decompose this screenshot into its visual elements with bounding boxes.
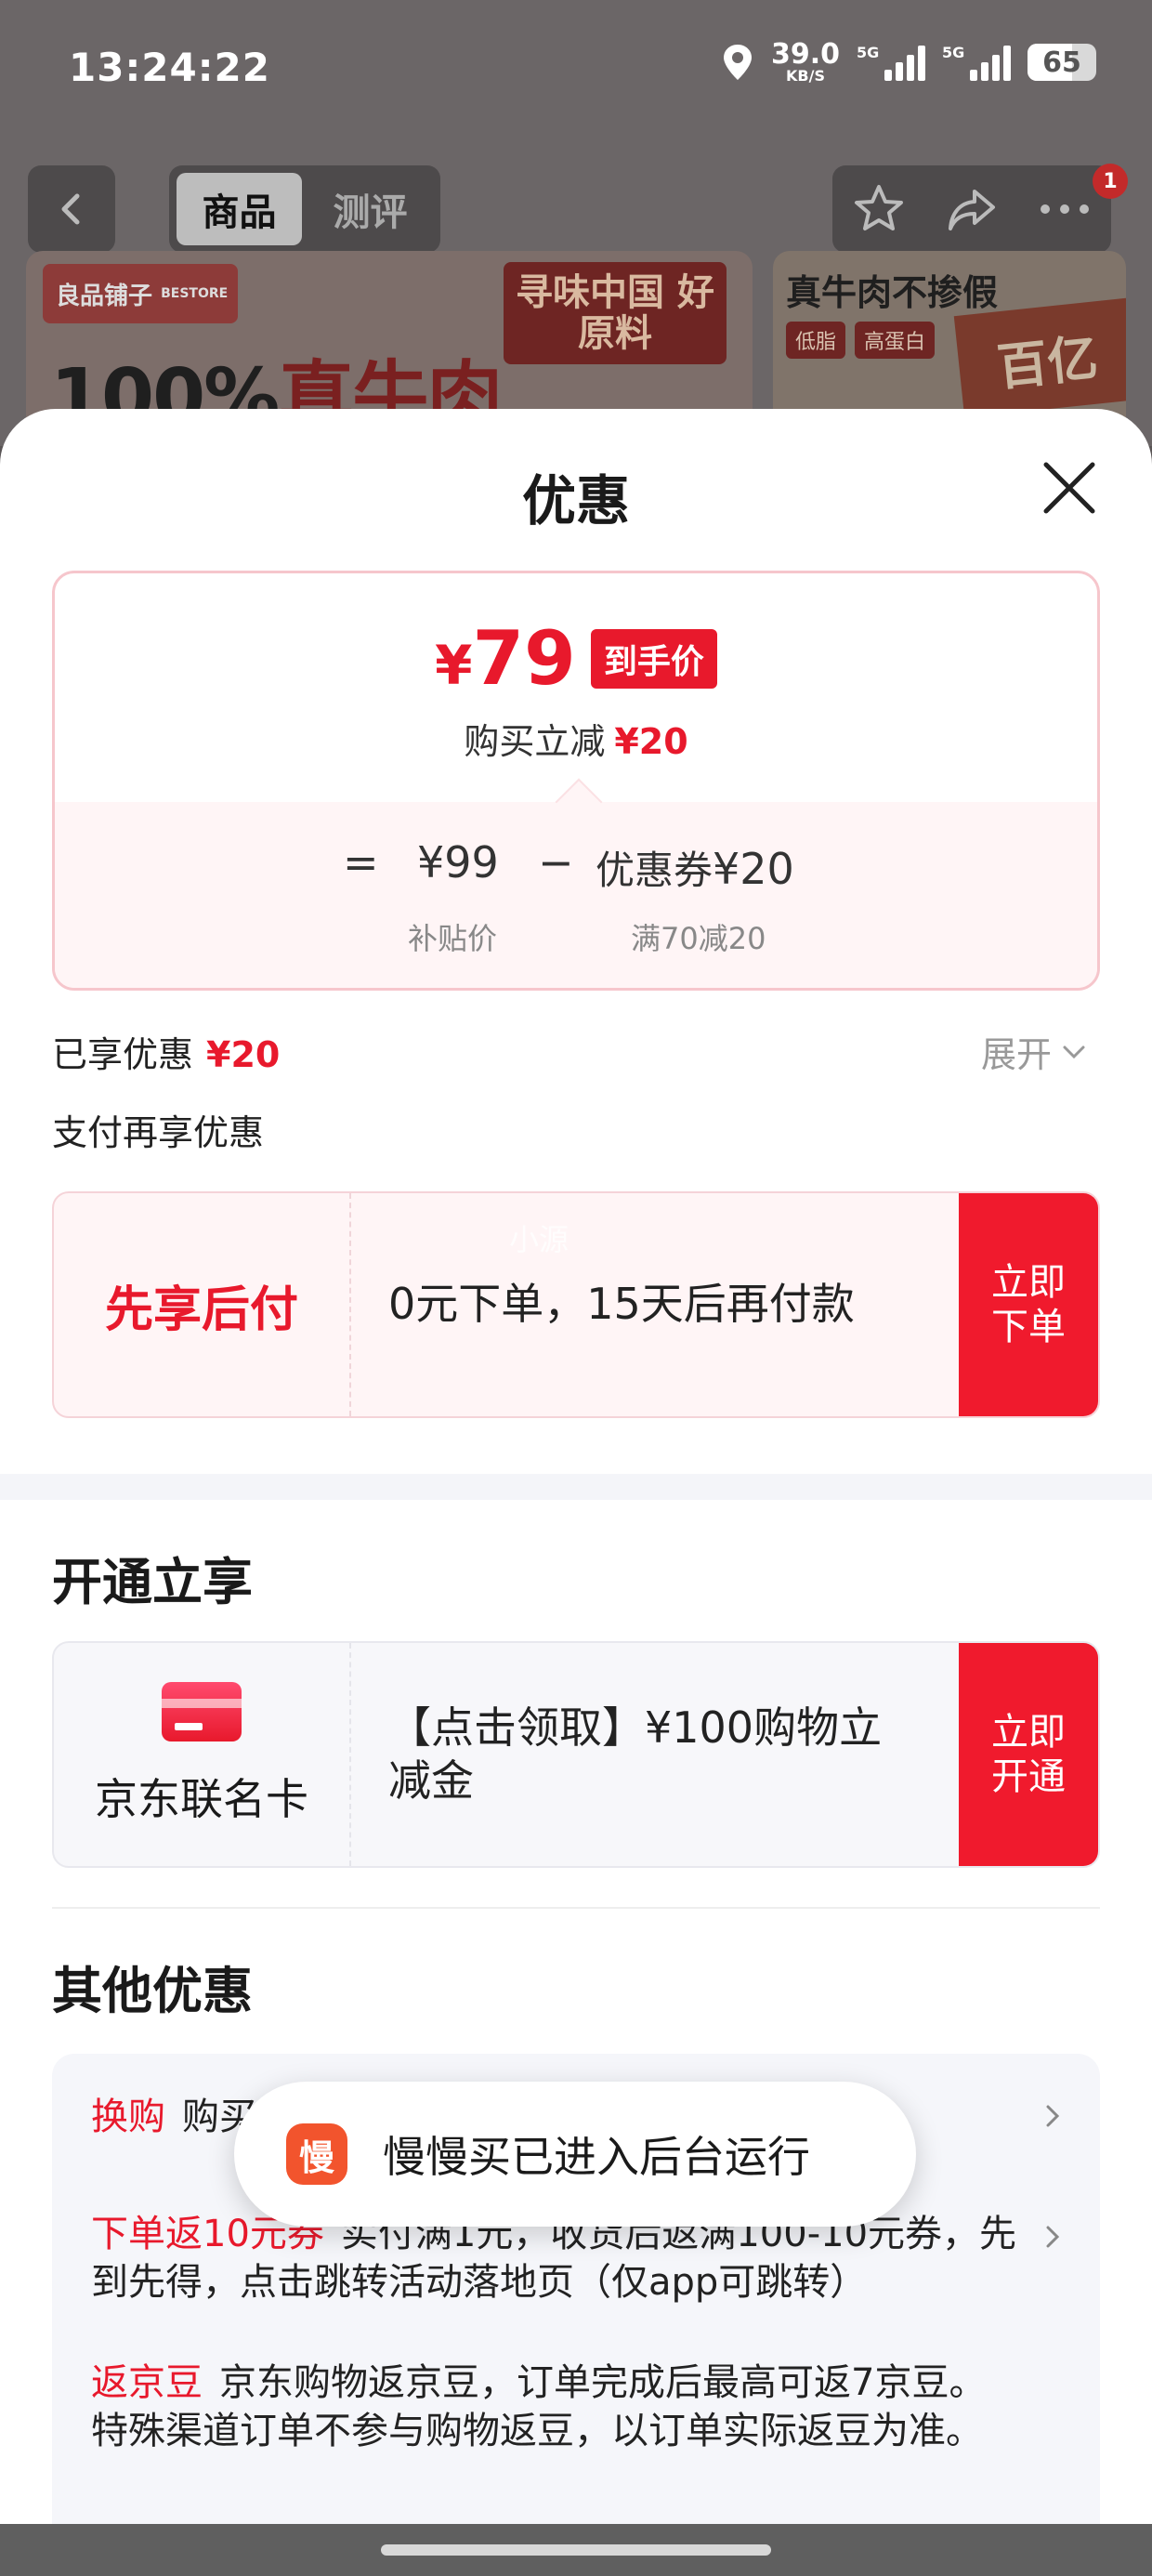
signal-icon: 5G xyxy=(942,44,1011,81)
price-breakdown-card: ¥79 到手价 购买立减 ¥20 = ¥99 − 优惠券¥20 补贴价 满70减2… xyxy=(52,571,1100,991)
notification-badge: 1 xyxy=(1093,164,1128,199)
banner-slogan: 寻味中国 好原料 xyxy=(504,262,727,364)
side-tag: 高蛋白 xyxy=(855,322,936,359)
credit-card-icon xyxy=(162,1682,242,1741)
order-now-button[interactable]: 立即下单 xyxy=(959,1193,1098,1416)
open-section-title: 开通立享 xyxy=(52,1553,253,1611)
pay-more-label: 支付再享优惠 xyxy=(52,1112,265,1153)
back-button[interactable] xyxy=(28,165,115,253)
status-icons: 39.0 KB/S 5G 5G 65 xyxy=(721,41,1096,84)
jd-card-offer[interactable]: 京东联名卡 【点击领取】¥100购物立减金 立即开通 xyxy=(52,1641,1100,1868)
tab-product[interactable]: 商品 xyxy=(177,173,302,245)
star-icon xyxy=(855,185,903,230)
tab-review[interactable]: 测评 xyxy=(308,173,433,245)
home-indicator[interactable] xyxy=(381,2544,771,2556)
close-button[interactable] xyxy=(1039,457,1100,519)
other-section-title: 其他优惠 xyxy=(52,1962,253,2020)
side-title: 真牛肉不掺假 xyxy=(786,272,999,313)
watermark: 小源 xyxy=(509,1222,569,1257)
sheet-title: 优惠 xyxy=(521,469,630,532)
status-time: 13:24:22 xyxy=(69,45,270,90)
chevron-left-icon xyxy=(61,193,80,225)
expand-button[interactable]: 展开 xyxy=(981,1026,1087,1077)
background-toast: 慢 慢慢买已进入后台运行 xyxy=(234,2082,916,2227)
final-price: ¥79 xyxy=(435,615,576,702)
product-review-switch: 商品 测评 xyxy=(169,165,440,253)
toast-text: 慢慢买已进入后台运行 xyxy=(383,2132,810,2182)
reduce-line: 购买立减 ¥20 xyxy=(464,721,688,762)
share-button[interactable] xyxy=(939,177,1004,242)
pay-later-label: 先享后付 xyxy=(104,1281,298,1338)
chevron-right-icon xyxy=(1046,2105,1060,2127)
more-dots-icon xyxy=(1041,204,1089,214)
enjoyed-discount: 已享优惠 ¥20 xyxy=(52,1034,281,1075)
offer-item[interactable]: 返京豆 京东购物返京豆，订单完成后最高可返7京豆。特殊渠道订单不参与购物返豆，以订… xyxy=(91,2359,1020,2455)
close-icon xyxy=(1043,462,1095,514)
side-tags: 低脂 高蛋白 xyxy=(786,322,936,359)
side-brand: 百亿 xyxy=(953,297,1126,418)
equals-sign: = xyxy=(343,837,379,887)
network-speed: 39.0 KB/S xyxy=(770,38,840,85)
top-tools xyxy=(832,165,1111,253)
subsidy-label: 补贴价 xyxy=(408,921,498,956)
open-now-button[interactable]: 立即开通 xyxy=(959,1643,1098,1866)
side-tag: 低脂 xyxy=(786,322,846,359)
battery-icon: 65 xyxy=(1028,44,1096,81)
status-bar: 13:24:22 39.0 KB/S 5G 5G 65 xyxy=(0,0,1152,139)
share-icon xyxy=(949,190,995,230)
app-icon: 慢 xyxy=(286,2123,347,2185)
minus-sign: − xyxy=(538,837,574,887)
chevron-down-icon xyxy=(1063,1045,1085,1058)
jd-card-desc: 【点击领取】¥100购物立减金 xyxy=(388,1702,883,1807)
store-logo: 良品铺子 BESTORE xyxy=(43,264,238,323)
coupon-amount: 优惠券¥20 xyxy=(596,844,794,894)
location-icon xyxy=(723,45,752,80)
pay-later-desc: 0元下单，15天后再付款 xyxy=(388,1279,855,1330)
signal-icon: 5G xyxy=(857,44,925,81)
pay-later-card[interactable]: 先享后付 小源 0元下单，15天后再付款 立即下单 xyxy=(52,1191,1100,1418)
chevron-right-icon xyxy=(1046,2226,1060,2248)
jd-card-name: 京东联名卡 xyxy=(95,1774,308,1824)
final-price-tag: 到手价 xyxy=(590,629,717,689)
favorite-button[interactable] xyxy=(846,177,911,242)
coupon-rule: 满70减20 xyxy=(631,921,766,956)
product-page-background: 13:24:22 39.0 KB/S 5G 5G 65 商品 测评 1 良品铺子… xyxy=(0,0,1152,446)
discount-sheet: 优惠 ¥79 到手价 购买立减 ¥20 = ¥99 − 优惠券¥20 补贴价 满… xyxy=(0,409,1152,2576)
top-nav: 商品 测评 xyxy=(0,165,1152,255)
more-button[interactable] xyxy=(1032,177,1097,242)
subsidy-price: ¥99 xyxy=(417,837,499,887)
price-formula: = ¥99 − 优惠券¥20 补贴价 满70减20 xyxy=(55,802,1097,988)
